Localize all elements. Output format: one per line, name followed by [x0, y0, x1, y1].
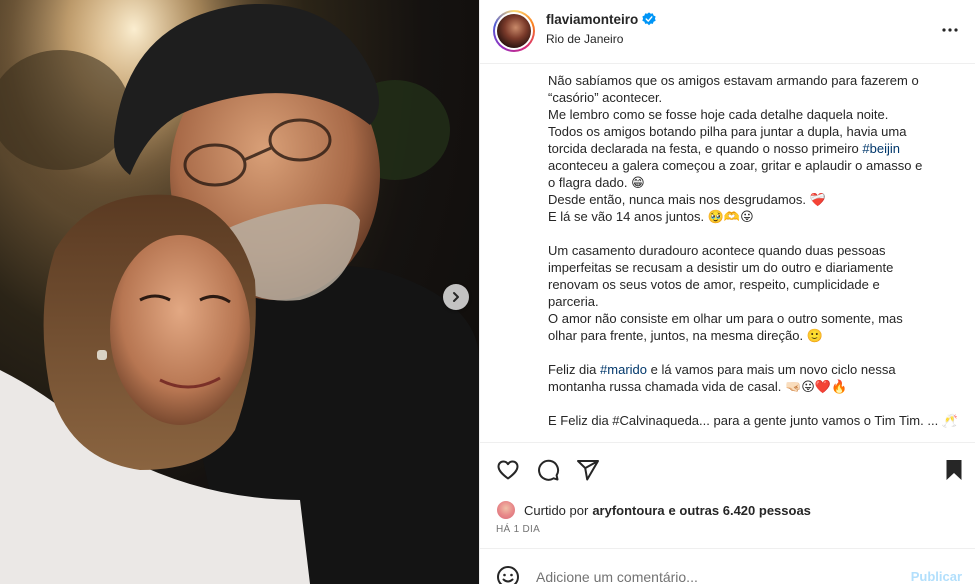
post-location[interactable]: Rio de Janeiro: [546, 32, 623, 46]
caption-line: O amor não consiste em olhar um para o o…: [548, 311, 903, 326]
post-header: flaviamonteiro Rio de Janeiro: [480, 0, 975, 64]
liked-by-user[interactable]: aryfontoura: [592, 503, 664, 518]
author-avatar[interactable]: [493, 10, 535, 52]
carousel-next-button[interactable]: [443, 284, 469, 310]
likes-summary: Curtido por aryfontoura e outras 6.420 p…: [496, 500, 811, 520]
author-username[interactable]: flaviamonteiro: [546, 12, 638, 27]
caption-line: o flagra dado. 😁: [548, 175, 645, 190]
hashtag-link-beijin[interactable]: #beijin: [862, 141, 900, 156]
more-options-icon[interactable]: [938, 18, 962, 42]
liker-avatar[interactable]: [496, 500, 516, 520]
caption-line: Feliz dia #marido e lá vamos para mais u…: [548, 361, 958, 378]
post-timestamp[interactable]: HÁ 1 DIA: [496, 524, 540, 535]
caption-line: montanha russa chamada vida de casal. 🤜🏻…: [548, 379, 848, 394]
caption-line: “casório” acontecer.: [548, 90, 663, 105]
caption-text: Feliz dia: [548, 362, 601, 377]
caption-line: imperfeitas se recusam a desistir um do …: [548, 260, 894, 275]
caption-line: Não sabíamos que os amigos estavam arman…: [548, 73, 919, 88]
comment-icon[interactable]: [536, 458, 560, 482]
liked-by-others[interactable]: e outras 6.420 pessoas: [669, 503, 811, 518]
chevron-right-icon: [453, 292, 459, 302]
comment-bar: Publicar: [480, 548, 975, 584]
post-actions: [480, 452, 975, 488]
caption-text: e lá vamos para mais um novo ciclo nessa: [647, 362, 896, 377]
caption-line: aconteceu a galera começou a zoar, grita…: [548, 158, 923, 173]
hashtag-link-marido[interactable]: #marido: [600, 362, 647, 377]
caption-line: parceria.: [548, 294, 599, 309]
post-photo[interactable]: [0, 0, 479, 584]
share-icon[interactable]: [576, 458, 600, 482]
heart-icon[interactable]: [496, 458, 520, 482]
publish-comment-button[interactable]: Publicar: [911, 569, 962, 584]
caption-line: renovam os seus votos de amor, respeito,…: [548, 277, 880, 292]
caption-line: olhar para frente, juntos, na mesma dire…: [548, 328, 823, 343]
post-caption: Não sabíamos que os amigos estavam arman…: [548, 72, 958, 442]
comment-input[interactable]: [536, 567, 896, 584]
caption-line: Um casamento duradouro acontece quando d…: [548, 243, 886, 258]
liked-by-prefix: Curtido por: [524, 502, 589, 518]
section-divider: [480, 442, 975, 443]
photo-illustration: [0, 0, 479, 584]
caption-line: torcida declarada na festa, e quando o n…: [548, 140, 958, 157]
avatar-image: [497, 14, 531, 48]
bookmark-icon[interactable]: [942, 458, 966, 482]
caption-line: E lá se vão 14 anos juntos. 🥹🫶😛: [548, 209, 754, 224]
emoji-icon[interactable]: [496, 565, 520, 584]
caption-line: Me lembro como se fosse hoje cada detalh…: [548, 107, 889, 122]
verified-badge-icon: [642, 12, 656, 26]
caption-text: torcida declarada na festa, e quando o n…: [548, 141, 863, 156]
post-details-panel: flaviamonteiro Rio de Janeiro Não sabíam…: [479, 0, 975, 584]
avatar-border: [495, 12, 533, 50]
caption-line: E Feliz dia #Calvinaqueda... para a gent…: [548, 413, 958, 428]
caption-line: Todos os amigos botando pilha para junta…: [548, 124, 907, 139]
caption-line: Desde então, nunca mais nos desgrudamos.…: [548, 192, 826, 207]
